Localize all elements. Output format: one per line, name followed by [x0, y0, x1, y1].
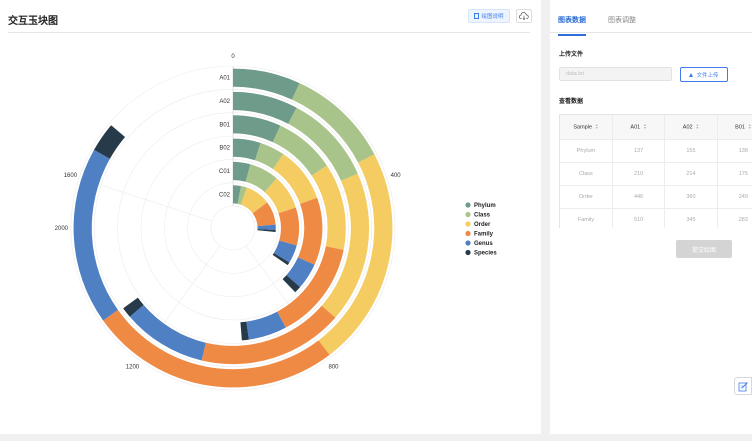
- category-tick-label: A02: [219, 99, 230, 105]
- chart-grid: [70, 65, 396, 391]
- table-cell: 138: [717, 139, 752, 163]
- category-tick-label: C01: [219, 169, 231, 175]
- legend-marker: [465, 221, 471, 227]
- feedback-button[interactable]: [734, 377, 752, 395]
- grid-ring: [210, 205, 256, 251]
- angle-tick-label: 800: [329, 364, 340, 370]
- bar-segment-family-c01: [278, 207, 300, 246]
- table-column-header[interactable]: Sample ▲ ▼: [560, 115, 613, 140]
- chart-panel: 交互玉块图 绘图说明 A01 A02 B01 B02 C01 C02 0 400 800 1200…: [0, 0, 541, 434]
- table-cell: Order: [560, 185, 613, 209]
- table-column-header[interactable]: A02 ▲ ▼: [664, 115, 718, 140]
- legend-marker: [465, 202, 471, 208]
- category-tick-label: A01: [219, 76, 230, 82]
- legend-label: Species: [474, 251, 497, 257]
- angle-tick-label: 1600: [64, 173, 78, 179]
- page-title: 交互玉块图: [8, 16, 58, 27]
- cloud-download-icon: [519, 12, 529, 20]
- angle-tick-label: 0: [231, 54, 235, 60]
- table-cell: 360: [664, 185, 718, 209]
- table-cell: 175: [717, 162, 752, 186]
- bar-segment-phylum-b01: [233, 115, 281, 143]
- upload-icon: [689, 72, 694, 77]
- table-cell: 283: [717, 208, 752, 228]
- radial-bar-chart: A01 A02 B01 B02 C01 C02 0 400 800 1200 1600 2000 Phy…: [55, 54, 497, 391]
- table-cell: 137: [612, 139, 666, 163]
- settings-panel: 图表数据 图表调整 上传文件 data.txt 文件上传 查看数据 Sample…: [550, 0, 752, 434]
- table-row: Phylum 137 155 138: [560, 139, 752, 163]
- legend-marker: [465, 249, 471, 256]
- category-tick-label: B02: [219, 146, 230, 152]
- sort-icon: ▲ ▼: [595, 122, 599, 130]
- data-table: Sample ▲ ▼ A01 ▲ ▼ A02 ▲ ▼ B01 ▲ ▼ Phylum 137 15…: [559, 114, 752, 228]
- edit-icon: [738, 381, 748, 391]
- table-cell: 510: [612, 208, 666, 228]
- table-cell: 155: [664, 139, 718, 163]
- sort-icon: ▲ ▼: [747, 122, 752, 130]
- grid-spoke: [78, 177, 213, 222]
- sort-icon: ▲ ▼: [643, 122, 647, 130]
- legend-label: Class: [474, 213, 491, 219]
- file-input[interactable]: data.txt: [559, 67, 672, 81]
- table-cell: 214: [664, 162, 718, 186]
- legend-marker: [465, 211, 471, 218]
- download-button[interactable]: [516, 9, 532, 23]
- legend-marker: [465, 240, 471, 246]
- legend-marker: [465, 230, 471, 237]
- category-tick-label: B01: [219, 122, 230, 128]
- table-column-header[interactable]: A01 ▲ ▼: [612, 115, 666, 140]
- describe-button-label: 绘图说明: [481, 14, 504, 20]
- table-cell: 446: [612, 185, 666, 209]
- table-row: Family 510 345 283: [560, 208, 752, 228]
- legend-label: Genus: [474, 241, 493, 247]
- tabs-divider: [550, 32, 752, 33]
- table-cell: Class: [560, 162, 613, 186]
- table-row: Order 446 360 249: [560, 185, 752, 209]
- submit-button[interactable]: 提交绘图: [676, 240, 732, 258]
- document-icon: [474, 13, 480, 19]
- legend-label: Phylum: [474, 203, 496, 209]
- app-window: 交互玉块图 绘图说明 A01 A02 B01 B02 C01 C02 0 400 800 1200…: [0, 0, 752, 441]
- angle-tick-label: 2000: [55, 226, 69, 232]
- chart-legend: Phylum Class Order Family Genus Species: [465, 202, 497, 257]
- upload-button-label: 文件上传: [696, 72, 719, 79]
- table-cell: 210: [612, 162, 666, 186]
- table-cell: 345: [664, 208, 718, 228]
- category-tick-label: C02: [219, 192, 231, 198]
- sort-icon: ▲ ▼: [695, 122, 700, 130]
- upload-button[interactable]: 文件上传: [680, 67, 728, 82]
- describe-button[interactable]: 绘图说明: [468, 9, 510, 23]
- table-cell: Family: [560, 208, 613, 228]
- table-column-header[interactable]: B01 ▲ ▼: [717, 115, 752, 140]
- table-cell: Phylum: [560, 139, 613, 163]
- table-cell: 249: [717, 185, 752, 209]
- table-header-row: Sample ▲ ▼ A01 ▲ ▼ A02 ▲ ▼ B01 ▲ ▼: [560, 115, 752, 140]
- angle-tick-label: 1200: [126, 364, 140, 370]
- legend-label: Order: [474, 222, 491, 228]
- upload-section-label: 上传文件: [559, 52, 584, 58]
- angle-tick-label: 400: [391, 173, 402, 179]
- legend-label: Family: [474, 232, 494, 238]
- view-data-section-label: 查看数据: [559, 99, 584, 105]
- table-row: Class 210 214 175: [560, 162, 752, 186]
- file-input-placeholder: data.txt: [566, 71, 585, 77]
